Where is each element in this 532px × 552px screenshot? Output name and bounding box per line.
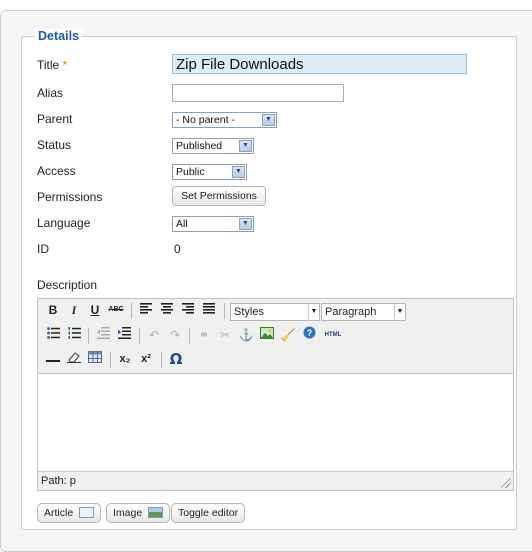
toolbar-separator: [131, 303, 132, 319]
article-button-label: Article: [44, 507, 74, 519]
cleanup-icon[interactable]: 🧹: [279, 326, 297, 344]
underline-icon[interactable]: U: [86, 301, 104, 319]
id-label: ID: [37, 242, 49, 256]
superscript-icon[interactable]: x²: [137, 350, 155, 368]
format-select-value: Paragraph: [325, 306, 377, 318]
article-button[interactable]: Article: [37, 503, 102, 523]
toolbar-separator: [224, 303, 225, 319]
align-right-icon[interactable]: [179, 301, 197, 319]
format-select[interactable]: Paragraph ▼: [321, 303, 406, 321]
parent-label: Parent: [37, 112, 73, 126]
chevron-down-icon: ▼: [262, 114, 275, 126]
status-select-value: Published: [176, 140, 223, 152]
numbered-list-icon[interactable]: [65, 326, 83, 344]
title-input[interactable]: Zip File Downloads: [172, 54, 467, 74]
italic-icon[interactable]: I: [65, 301, 83, 319]
chevron-down-icon: ▼: [394, 304, 405, 320]
redo-icon[interactable]: ↷: [166, 326, 184, 344]
outdent-icon[interactable]: [94, 326, 112, 344]
svg-text:?: ?: [306, 328, 312, 338]
anchor-icon[interactable]: ⚓: [237, 326, 255, 344]
styles-select[interactable]: Styles ▼: [230, 303, 320, 321]
table-icon[interactable]: [86, 350, 104, 368]
toolbar-row-2: ↶ ↷ ⚭ ✂ ⚓ 🧹 ? HTML: [42, 326, 512, 348]
eraser-icon[interactable]: [65, 350, 83, 368]
strikethrough-icon[interactable]: ABC: [107, 301, 125, 319]
set-permissions-button[interactable]: Set Permissions: [172, 186, 266, 206]
toolbar-row-1: B I U ABC Styles ▼ Paragraph ▼: [42, 301, 512, 323]
link-icon[interactable]: ⚭: [195, 326, 213, 344]
align-justify-icon[interactable]: [200, 301, 218, 319]
details-legend: Details: [35, 29, 82, 43]
styles-select-value: Styles: [234, 306, 264, 318]
chevron-down-icon: ▼: [239, 218, 252, 230]
subscript-icon[interactable]: x₂: [116, 350, 134, 368]
indent-icon[interactable]: [115, 326, 133, 344]
access-select-value: Public: [176, 166, 205, 178]
html-icon[interactable]: HTML: [321, 326, 345, 344]
undo-icon[interactable]: ↶: [145, 326, 163, 344]
id-value: 0: [174, 242, 181, 256]
toolbar-row-3: x₂ x² Ω: [42, 350, 512, 372]
access-select[interactable]: Public ▼: [172, 164, 247, 180]
toolbar-separator: [189, 328, 190, 344]
resize-grip-icon[interactable]: [501, 478, 511, 488]
chevron-down-icon: ▼: [308, 304, 319, 320]
status-select[interactable]: Published ▼: [172, 138, 254, 154]
access-label: Access: [37, 164, 76, 178]
toolbar-separator: [139, 328, 140, 344]
alias-label: Alias: [37, 86, 64, 100]
help-icon[interactable]: ?: [300, 326, 318, 344]
status-label: Status: [37, 138, 72, 152]
image-button-label: Image: [113, 507, 143, 519]
title-label: Title *: [37, 58, 68, 72]
horizontal-rule-icon[interactable]: [44, 350, 62, 368]
language-select[interactable]: All ▼: [172, 216, 254, 232]
align-left-icon[interactable]: [137, 301, 155, 319]
rich-text-editor: B I U ABC Styles ▼ Paragraph ▼ ↶ ↷ ⚭ ✂ ⚓…: [37, 298, 514, 491]
chevron-down-icon: ▼: [232, 166, 245, 178]
editor-path: Path: p: [41, 475, 76, 487]
bullet-list-icon[interactable]: [44, 326, 62, 344]
image-icon[interactable]: [258, 326, 276, 344]
toolbar-separator: [88, 328, 89, 344]
special-char-icon[interactable]: Ω: [167, 350, 185, 368]
toolbar-separator: [110, 352, 111, 368]
description-label: Description: [37, 278, 98, 292]
align-center-icon[interactable]: [158, 301, 176, 319]
bold-icon[interactable]: B: [44, 301, 62, 319]
toolbar-separator: [161, 352, 162, 368]
toggle-editor-button[interactable]: Toggle editor: [171, 503, 246, 523]
permissions-label: Permissions: [37, 190, 103, 204]
picture-icon: [148, 507, 164, 518]
language-select-value: All: [176, 218, 188, 230]
parent-select-value: - No parent -: [176, 114, 235, 126]
image-button[interactable]: Image: [106, 503, 171, 523]
language-label: Language: [37, 216, 91, 230]
parent-select[interactable]: - No parent - ▼: [172, 112, 277, 128]
article-icon: [79, 507, 95, 518]
required-marker: *: [62, 58, 68, 72]
chevron-down-icon: ▼: [239, 140, 252, 152]
unlink-icon[interactable]: ✂: [216, 326, 234, 344]
editor-content-area[interactable]: [38, 373, 513, 472]
alias-input[interactable]: [172, 84, 344, 102]
